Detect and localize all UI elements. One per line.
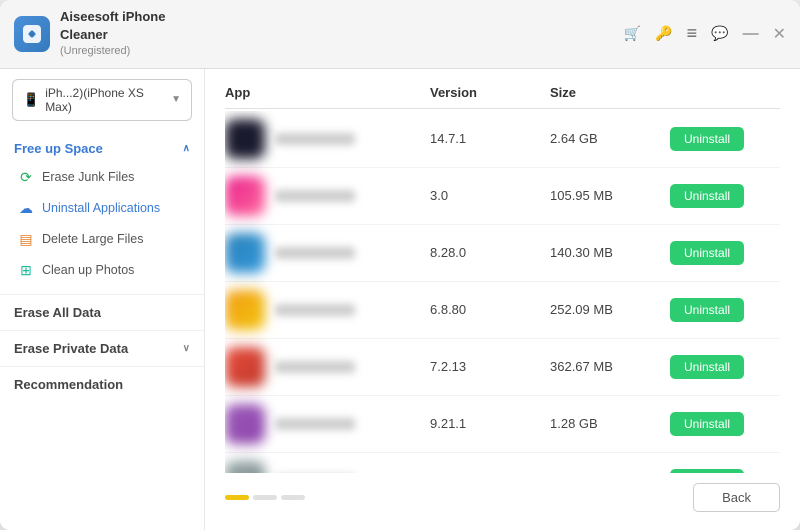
progress-dot-1 [253, 495, 277, 500]
col-app: App [225, 85, 430, 100]
minimize-button[interactable]: — [743, 25, 759, 43]
clean-photos-icon: ⊞ [18, 262, 34, 279]
app-title: Aiseesoft iPhone Cleaner (Unregistered) [60, 8, 165, 60]
app-size: 362.67 MB [550, 359, 670, 374]
app-icon-thumb [225, 290, 265, 330]
app-size: 2.64 GB [550, 131, 670, 146]
app-size: 1.28 GB [550, 416, 670, 431]
app-info [225, 233, 430, 273]
uninstall-button[interactable]: Uninstall [670, 355, 744, 379]
erase-junk-icon: ⟳ [18, 169, 34, 186]
sidebar-item-erase-junk[interactable]: ⟳ Erase Junk Files [0, 162, 204, 193]
title-bar-controls: 🛒 🔑 ≡ 💬 — ✕ [624, 23, 786, 44]
app-version: 14.7.1 [430, 131, 550, 146]
app-info [225, 119, 430, 159]
col-action [670, 85, 780, 100]
app-name-blurred [275, 133, 355, 145]
chevron-down-icon-private: ∨ [183, 343, 190, 354]
sidebar-item-erase-private[interactable]: Erase Private Data ∨ [0, 330, 204, 366]
uninstall-button[interactable]: Uninstall [670, 127, 744, 151]
uninstall-apps-icon: ☁ [18, 200, 34, 217]
app-icon-thumb [225, 404, 265, 444]
app-icon-thumb [225, 461, 265, 473]
app-table: 14.7.1 2.64 GB Uninstall 3.0 105.95 MB U… [225, 111, 780, 473]
app-info [225, 404, 430, 444]
chevron-up-icon: ∧ [183, 143, 190, 154]
app-version: 7.2.13 [430, 359, 550, 374]
back-button[interactable]: Back [693, 483, 780, 512]
uninstall-button[interactable]: Uninstall [670, 412, 744, 436]
sidebar: 📱 iPh...2)(iPhone XS Max) ▼ Free up Spac… [0, 69, 205, 530]
device-selector[interactable]: 📱 iPh...2)(iPhone XS Max) ▼ [12, 79, 192, 121]
free-up-space-section: Free up Space ∧ ⟳ Erase Junk Files ☁ Uni… [0, 135, 204, 294]
app-name-blurred [275, 361, 355, 373]
progress-dot-2 [281, 495, 305, 500]
table-row: 9.21.1 1.28 GB Uninstall [225, 396, 780, 453]
content-area: App Version Size 14.7.1 2.64 GB Uninstal… [205, 69, 800, 530]
app-size: 105.95 MB [550, 188, 670, 203]
col-size: Size [550, 85, 670, 100]
app-info [225, 176, 430, 216]
table-row: 10.9.5 1.08 GB Uninstall [225, 453, 780, 473]
progress-dot-active [225, 495, 249, 500]
table-header: App Version Size [225, 85, 780, 109]
app-name-blurred [275, 304, 355, 316]
col-version: Version [430, 85, 550, 100]
key-icon[interactable]: 🔑 [655, 25, 672, 42]
app-name-blurred [275, 418, 355, 430]
app-icon-thumb [225, 176, 265, 216]
table-row: 14.7.1 2.64 GB Uninstall [225, 111, 780, 168]
table-row: 8.28.0 140.30 MB Uninstall [225, 225, 780, 282]
sidebar-item-erase-all[interactable]: Erase All Data [0, 294, 204, 330]
app-info [225, 290, 430, 330]
app-icon-thumb [225, 233, 265, 273]
sidebar-item-clean-photos[interactable]: ⊞ Clean up Photos [0, 255, 204, 286]
cart-icon[interactable]: 🛒 [624, 25, 641, 42]
app-name-blurred [275, 190, 355, 202]
app-logo [14, 16, 50, 52]
free-up-space-header[interactable]: Free up Space ∧ [0, 135, 204, 162]
app-info [225, 347, 430, 387]
delete-large-icon: ▤ [18, 231, 34, 248]
app-version: 9.21.1 [430, 416, 550, 431]
title-bar: Aiseesoft iPhone Cleaner (Unregistered) … [0, 0, 800, 69]
sidebar-item-delete-large[interactable]: ▤ Delete Large Files [0, 224, 204, 255]
device-label: iPh...2)(iPhone XS Max) [45, 86, 165, 114]
chevron-down-icon: ▼ [171, 94, 181, 105]
phone-icon: 📱 [23, 92, 39, 108]
uninstall-button[interactable]: Uninstall [670, 298, 744, 322]
app-version: 8.28.0 [430, 245, 550, 260]
sidebar-item-uninstall-apps[interactable]: ☁ Uninstall Applications [0, 193, 204, 224]
app-icon-thumb [225, 347, 265, 387]
table-row: 6.8.80 252.09 MB Uninstall [225, 282, 780, 339]
bottom-bar: Back [225, 473, 780, 516]
chat-icon[interactable]: 💬 [711, 25, 728, 42]
app-name-blurred [275, 247, 355, 259]
app-size: 140.30 MB [550, 245, 670, 260]
app-version: 6.8.80 [430, 302, 550, 317]
title-bar-left: Aiseesoft iPhone Cleaner (Unregistered) [14, 8, 165, 60]
progress-indicator [225, 495, 305, 500]
table-row: 3.0 105.95 MB Uninstall [225, 168, 780, 225]
uninstall-button[interactable]: Uninstall [670, 241, 744, 265]
menu-icon[interactable]: ≡ [687, 23, 698, 44]
app-size: 252.09 MB [550, 302, 670, 317]
uninstall-button[interactable]: Uninstall [670, 184, 744, 208]
app-info [225, 461, 430, 473]
sidebar-item-recommendation[interactable]: Recommendation [0, 366, 204, 402]
app-window: Aiseesoft iPhone Cleaner (Unregistered) … [0, 0, 800, 530]
app-version: 3.0 [430, 188, 550, 203]
main-content: 📱 iPh...2)(iPhone XS Max) ▼ Free up Spac… [0, 69, 800, 530]
app-icon-thumb [225, 119, 265, 159]
table-row: 7.2.13 362.67 MB Uninstall [225, 339, 780, 396]
close-button[interactable]: ✕ [773, 24, 786, 44]
